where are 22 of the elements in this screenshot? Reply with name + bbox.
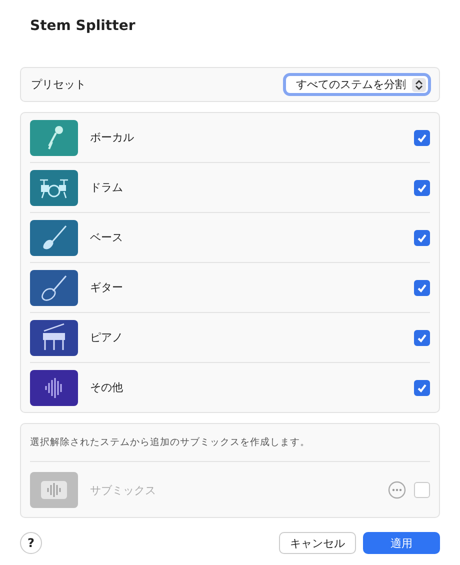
stem-name: その他	[90, 380, 124, 395]
preset-dropdown[interactable]: すべてのステムを分割	[283, 73, 431, 96]
stem-name: ピアノ	[90, 330, 124, 345]
stem-checkbox[interactable]	[414, 180, 430, 196]
chevron-icon	[412, 78, 426, 92]
submix-description: 選択解除されたステムから追加のサブミックスを作成します。	[30, 436, 311, 450]
stem-checkbox[interactable]	[414, 330, 430, 346]
stem-name: ドラム	[90, 180, 124, 195]
stem-name: ベース	[90, 230, 124, 245]
window-title: Stem Splitter	[29, 18, 136, 36]
stem-checkbox[interactable]	[414, 130, 430, 146]
stem-name: ボーカル	[90, 130, 135, 145]
stem-checkbox[interactable]	[414, 230, 430, 246]
help-button[interactable]: ?	[20, 532, 42, 554]
waveform-icon	[30, 472, 78, 508]
stem-name: ギター	[90, 280, 124, 295]
stem-checkbox[interactable]	[414, 380, 430, 396]
apply-button[interactable]: 適用	[363, 532, 440, 554]
submix-name: サブミックス	[90, 482, 157, 498]
stem-checkbox[interactable]	[414, 280, 430, 296]
preset-label: プリセット	[31, 77, 86, 92]
cancel-button[interactable]: キャンセル	[279, 532, 356, 554]
